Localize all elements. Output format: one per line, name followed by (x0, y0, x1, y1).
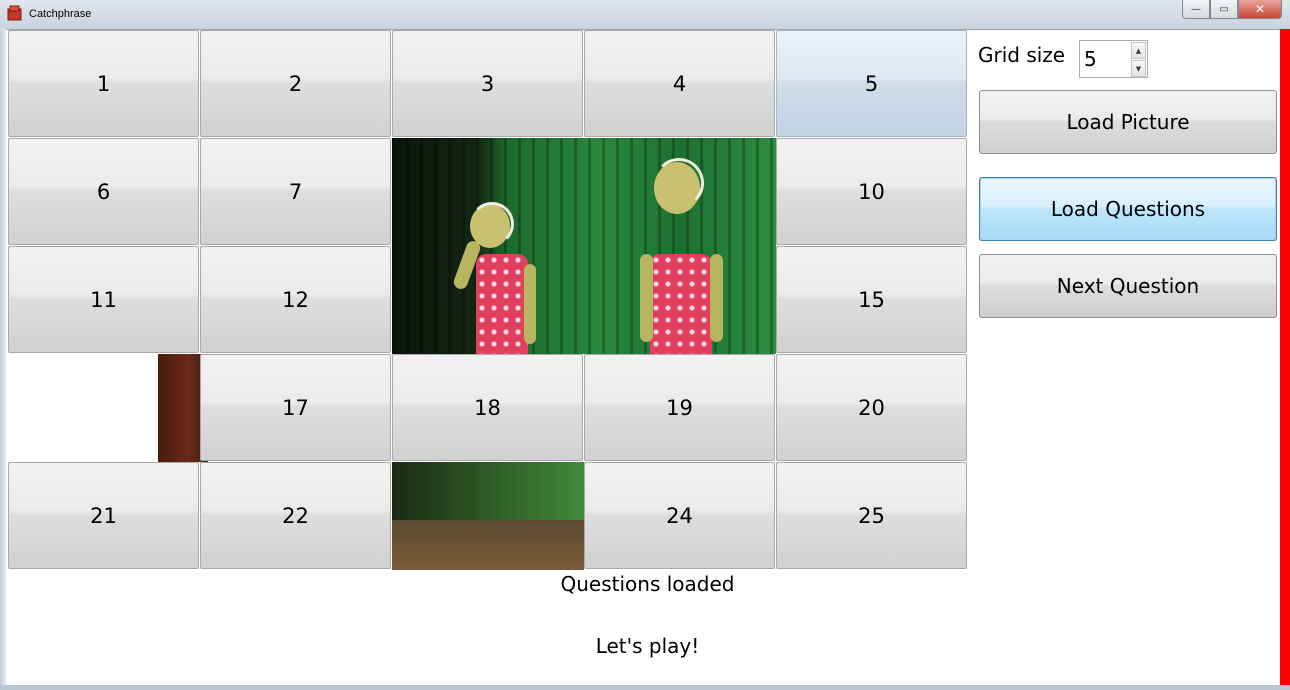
title-bar[interactable]: Catchphrase — ▭ ✕ (0, 0, 1290, 30)
revealed-picture (392, 138, 776, 354)
grid-tile-5[interactable]: 5 (776, 30, 967, 137)
grid-tile-15[interactable]: 15 (776, 246, 967, 353)
grid-tile-3[interactable]: 3 (392, 30, 583, 137)
load-picture-button[interactable]: Load Picture (979, 90, 1277, 154)
grid-size-label: Grid size (978, 43, 1066, 67)
grid-tile-24[interactable]: 24 (584, 462, 775, 569)
grid-tile-2[interactable]: 2 (200, 30, 391, 137)
maximize-button[interactable]: ▭ (1210, 0, 1238, 19)
status-line-2: Let's play! (595, 634, 700, 658)
puzzle-grid: 1 2 3 4 5 6 7 10 11 12 15 17 18 19 20 21… (8, 30, 968, 570)
spin-up-icon[interactable]: ▲ (1131, 42, 1146, 59)
grid-tile-25[interactable]: 25 (776, 462, 967, 569)
grid-tile-20[interactable]: 20 (776, 354, 967, 461)
grid-tile-11[interactable]: 11 (8, 246, 199, 353)
load-questions-button[interactable]: Load Questions (979, 177, 1277, 241)
close-button[interactable]: ✕ (1238, 0, 1282, 19)
grid-tile-19[interactable]: 19 (584, 354, 775, 461)
minimize-button[interactable]: — (1182, 0, 1210, 19)
grid-size-value[interactable]: 5 (1084, 47, 1097, 71)
grid-tile-10[interactable]: 10 (776, 138, 967, 245)
grid-tile-7[interactable]: 7 (200, 138, 391, 245)
grid-tile-21[interactable]: 21 (8, 462, 199, 569)
app-icon (7, 5, 22, 21)
grid-tile-1[interactable]: 1 (8, 30, 199, 137)
spin-down-icon[interactable]: ▼ (1131, 60, 1146, 77)
window-title: Catchphrase (29, 8, 92, 20)
grid-tile-18[interactable]: 18 (392, 354, 583, 461)
status-line-1: Questions loaded (560, 572, 735, 596)
grid-tile-6[interactable]: 6 (8, 138, 199, 245)
grid-tile-12[interactable]: 12 (200, 246, 391, 353)
grid-size-spinner[interactable]: 5 ▲ ▼ (1079, 40, 1148, 78)
grid-tile-17[interactable]: 17 (200, 354, 391, 461)
taskbar-edge (0, 685, 1290, 690)
revealed-picture-bottom (392, 462, 584, 570)
grid-tile-4[interactable]: 4 (584, 30, 775, 137)
caption-buttons: — ▭ ✕ (1182, 0, 1282, 20)
grid-tile-22[interactable]: 22 (200, 462, 391, 569)
next-question-button[interactable]: Next Question (979, 254, 1277, 318)
